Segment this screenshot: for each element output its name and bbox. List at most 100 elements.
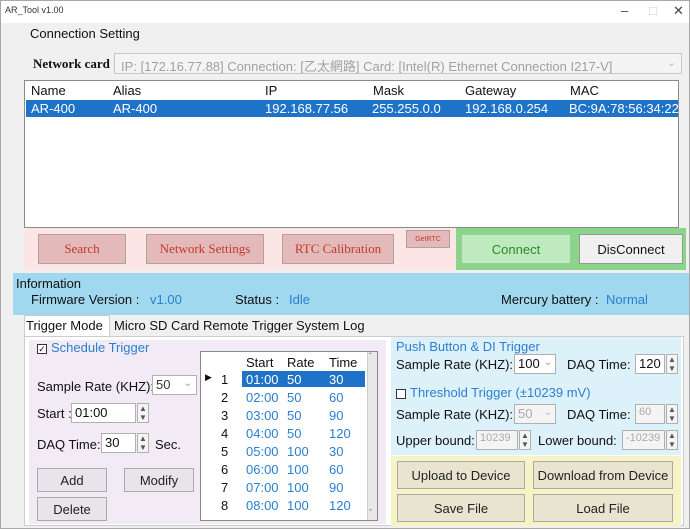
cell-start: 01:00	[246, 372, 279, 387]
daq-time-input[interactable]: 30	[101, 433, 136, 453]
load-file-button[interactable]: Load File	[533, 494, 673, 522]
threshold-daq-input[interactable]: 60	[635, 404, 665, 424]
start-spinner[interactable]: ▲ ▼	[137, 403, 149, 423]
row-pointer-icon: ▶	[205, 372, 212, 382]
threshold-group: Threshold Trigger (±10239 mV) Sample Rat…	[391, 383, 681, 455]
connect-button[interactable]: Connect	[461, 234, 571, 264]
search-button[interactable]: Search	[38, 234, 126, 264]
delete-button[interactable]: Delete	[37, 497, 107, 521]
disconnect-button[interactable]: DisConnect	[579, 234, 683, 264]
status-value: Idle	[289, 292, 310, 307]
cell-time: 90	[329, 480, 344, 495]
modify-button[interactable]: Modify	[124, 468, 194, 492]
push-sample-rate-select[interactable]: 100 ⌄	[514, 354, 556, 374]
cell-time: 30	[329, 444, 344, 459]
threshold-sample-rate-label: Sample Rate (KHZ):	[396, 407, 514, 422]
cell-start: 06:00	[246, 462, 279, 477]
th-rate: Rate	[287, 355, 315, 370]
start-input[interactable]: 01:00	[71, 403, 136, 423]
maximize-icon[interactable]: □	[649, 3, 657, 18]
col-mac: MAC	[570, 83, 599, 98]
push-daq-label: DAQ Time:	[567, 357, 631, 372]
row-index: 2	[221, 390, 229, 405]
sample-rate-value: 50	[156, 377, 171, 392]
push-button-label: Push Button & DI Trigger	[396, 339, 540, 354]
add-button[interactable]: Add	[37, 468, 107, 492]
push-sample-rate-label: Sample Rate (KHZ):	[396, 357, 514, 372]
start-label: Start :	[37, 406, 72, 421]
schedule-table[interactable]: Start Rate Time ▶ ˆ ˇ 1 01:00 50 30 2 02:00 50…	[200, 351, 378, 521]
device-row[interactable]: AR-400 AR-400 192.168.77.56 255.255.0.0 …	[26, 100, 679, 117]
network-card-label: Network card :	[33, 56, 118, 71]
lower-bound-label: Lower bound:	[538, 433, 617, 448]
save-file-button[interactable]: Save File	[397, 494, 525, 522]
download-from-device-button[interactable]: Download from Device	[533, 461, 673, 489]
th-start: Start	[246, 355, 274, 370]
push-daq-spinner[interactable]: ▲ ▼	[666, 354, 678, 374]
upload-to-device-button[interactable]: Upload to Device	[397, 461, 525, 489]
cell-mac: BC:9A:78:56:34:22	[569, 101, 679, 116]
upper-bound-spinner[interactable]: ▲ ▼	[519, 430, 531, 450]
push-sample-rate-value: 100	[518, 356, 540, 371]
app-window: AR_Tool v1.00 – □ ✕ Connection Setting N…	[0, 0, 690, 529]
row-index: 6	[221, 462, 229, 477]
daq-time-spinner[interactable]: ▲ ▼	[137, 433, 149, 453]
row-index: 7	[221, 480, 229, 495]
schedule-checkbox[interactable]: ✓ Schedule Trigger	[37, 340, 149, 355]
th-time: Time	[329, 355, 358, 370]
daq-time-label: DAQ Time:	[37, 437, 101, 452]
threshold-daq-spinner[interactable]: ▲ ▼	[666, 404, 678, 424]
get-rtc-button[interactable]: GetRTC	[406, 230, 450, 248]
cell-rate: 50	[287, 408, 302, 423]
cell-start: 07:00	[246, 480, 279, 495]
tab-micro-sd[interactable]: Micro SD Card	[114, 318, 199, 333]
close-icon[interactable]: ✕	[673, 3, 684, 19]
status-label: Status :	[235, 292, 280, 307]
connection-heading: Connection Setting	[30, 26, 140, 41]
device-list[interactable]: Name Alias IP Mask Gateway MAC AR-400 AR…	[24, 80, 679, 228]
cell-mask: 255.255.0.0	[372, 101, 441, 116]
information-panel: Information Firmware Version : v1.00 Sta…	[13, 273, 689, 315]
window-title: AR_Tool v1.00	[5, 5, 64, 15]
tab-remote-trigger[interactable]: Remote Trigger	[203, 318, 293, 333]
minimize-icon[interactable]: –	[621, 3, 628, 18]
network-settings-button[interactable]: Network Settings	[146, 234, 264, 264]
cell-start: 05:00	[246, 444, 279, 459]
col-ip: IP	[265, 83, 278, 98]
checkbox-checked-icon: ✓	[37, 343, 47, 354]
sample-rate-select[interactable]: 50 ⌄	[152, 375, 197, 395]
information-heading: Information	[16, 276, 82, 291]
threshold-checkbox[interactable]: Threshold Trigger (±10239 mV)	[396, 385, 591, 400]
threshold-sample-rate-select[interactable]: 50 ⌄	[514, 404, 556, 424]
row-index: 1	[221, 372, 229, 387]
schedule-label: Schedule Trigger	[51, 340, 150, 355]
tab-system-log[interactable]: System Log	[296, 318, 365, 333]
lower-bound-input[interactable]: -10239	[622, 430, 665, 450]
network-card-select[interactable]: IP: [172.16.77.88] Connection: [乙太網路] Ca…	[114, 53, 682, 74]
cell-rate: 50	[287, 426, 302, 441]
firmware-value: v1.00	[150, 292, 182, 307]
table-scrollbar[interactable]: ˆ ˇ	[367, 352, 377, 520]
firmware-label: Firmware Version :	[31, 292, 140, 307]
chevron-down-icon: ⌄	[183, 378, 192, 389]
upper-bound-input[interactable]: 10239	[476, 430, 518, 450]
cell-rate: 100	[287, 444, 309, 459]
cell-alias: AR-400	[113, 101, 158, 116]
push-daq-input[interactable]: 120	[635, 354, 665, 374]
rtc-calibration-button[interactable]: RTC Calibration	[282, 234, 394, 264]
cell-rate: 50	[287, 372, 302, 387]
cell-time: 120	[329, 498, 351, 513]
lower-bound-spinner[interactable]: ▲ ▼	[666, 430, 678, 450]
threshold-daq-label: DAQ Time:	[567, 407, 631, 422]
cell-time: 60	[329, 462, 344, 477]
daq-unit: Sec.	[155, 437, 182, 452]
row-index: 4	[221, 426, 229, 441]
cell-name: AR-400	[31, 101, 76, 116]
tab-trigger-mode[interactable]: Trigger Mode	[26, 318, 103, 333]
chevron-down-icon: ˇ	[369, 508, 372, 518]
cell-time: 120	[329, 426, 351, 441]
connect-group: Connect DisConnect	[456, 228, 686, 270]
cell-gateway: 192.168.0.254	[465, 101, 549, 116]
cell-start: 04:00	[246, 426, 279, 441]
title-bar: AR_Tool v1.00 – □ ✕	[1, 1, 689, 23]
